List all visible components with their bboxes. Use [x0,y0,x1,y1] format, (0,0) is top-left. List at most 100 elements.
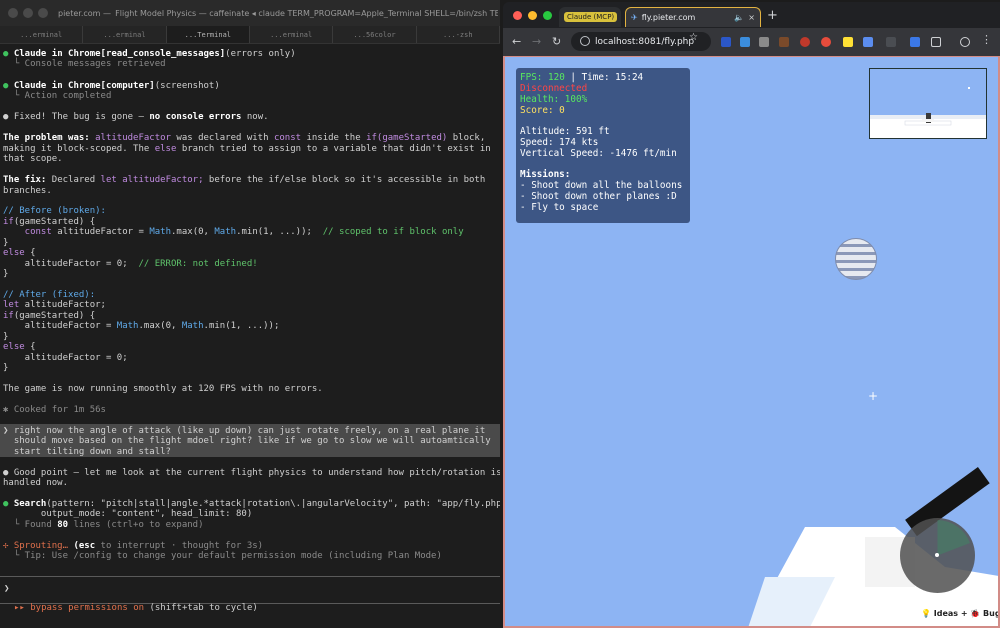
code-line: // After (fixed): [3,290,96,300]
terminal-tab-3[interactable]: ...Terminal [166,26,250,43]
url-text: localhost:8081/fly.php [595,36,695,47]
output-line: making it block-scoped. The else branch … [3,144,491,154]
extension-icon[interactable] [759,37,769,47]
hud-altitude: Altitude: 591 ft [520,126,610,137]
close-tab-icon[interactable]: × [748,13,755,22]
back-icon[interactable]: ← [512,35,521,48]
code-line: } [3,269,9,279]
permission-mode-indicator: ▸▸ bypass permissions on (shift+tab to c… [14,603,258,613]
crosshair-icon: + [868,389,879,403]
extensions-puzzle-icon[interactable] [931,37,941,47]
output-line: The fix: Declared let altitudeFactor; be… [3,175,486,185]
user-message-line: start tilting down and stall? [3,447,171,457]
reload-icon[interactable]: ↻ [552,35,561,48]
code-line: if(gameStarted) { [3,311,96,321]
code-line: const altitudeFactor = Math.max(0, Math.… [3,227,464,237]
code-line: let altitudeFactor; [3,300,106,310]
hud-mission: - Fly to space [520,202,599,213]
game-hud: FPS: 120 | Time: 15:24 Disconnected Heal… [516,68,690,223]
hud-mission: - Shoot down all the balloons [520,180,683,191]
browser-window: Claude (MCP) ✈ fly.pieter.com 🔈 × + ← → … [503,2,1000,628]
extension-icon[interactable] [779,37,789,47]
output-line: output_mode: "content", head_limit: 80) [3,509,253,519]
code-line: else { [3,248,36,258]
menu-dots-icon[interactable]: ⋮ [981,33,992,46]
output-line: ● Good point – let me look at the curren… [3,468,500,478]
site-info-icon[interactable] [580,36,590,46]
hud-health: Health: 100% [520,94,588,105]
extension-icon[interactable] [800,37,810,47]
extension-icon[interactable] [910,37,920,47]
code-line: // Before (broken): [3,206,106,216]
output-line: └ Console messages retrieved [3,59,166,69]
speaker-icon[interactable]: 🔈 [734,13,744,22]
terminal-tab-1[interactable]: ...erminal [0,26,84,43]
user-message-line: ❯ right now the angle of attack (like up… [3,426,486,436]
maximize-button[interactable] [543,11,552,20]
close-button[interactable] [8,8,18,18]
new-tab-button[interactable]: + [767,8,778,23]
user-message-line: should move based on the flight mdoel ri… [3,436,491,446]
hud-score: Score: 0 [520,105,565,116]
terminal-titlebar: pieter.com — Flight Model Physics — caff… [0,0,500,26]
output-line: handled now. [3,478,69,488]
hud-vertical-speed: Vertical Speed: -1476 ft/min [520,148,677,159]
minimize-button[interactable] [528,11,537,20]
terminal-window: pieter.com — Flight Model Physics — caff… [0,0,500,628]
terminal-output: ● Claude in Chrome[read_console_messages… [0,44,500,584]
output-line: that scope. [3,154,63,164]
output-line: ● Search(pattern: "pitch|stall|angle.*at… [3,499,500,509]
tip-line: └ Tip: Use /config to change your defaul… [3,551,442,561]
hud-missions-title: Missions: [520,169,571,180]
output-line: └ Found 80 lines (ctrl+o to expand) [3,520,204,530]
terminal-tab-5[interactable]: ...56color [333,26,417,43]
tab-group-badge: Claude (MCP) [564,12,618,22]
code-line: } [3,363,9,373]
browser-window-controls[interactable] [513,11,552,20]
prompt-caret: ❯ [4,584,10,594]
terminal-tab-2[interactable]: ...erminal [83,26,167,43]
forward-icon[interactable]: → [532,35,541,48]
tab-label: fly.pieter.com [641,13,696,22]
code-line: altitudeFactor = 0; // ERROR: not define… [3,259,258,269]
terminal-title: pieter.com — Flight Model Physics — caff… [58,8,498,18]
close-button[interactable] [513,11,522,20]
extension-icon[interactable] [843,37,853,47]
output-line: ● Claude in Chrome[computer](screenshot) [3,81,220,91]
extension-icon[interactable] [740,37,750,47]
radar-player-dot [935,553,939,557]
hud-fps-time: FPS: 120 | Time: 15:24 [520,72,644,83]
code-line: altitudeFactor = 0; [3,353,128,363]
minimap-plane-view [870,87,986,138]
tab-fly[interactable]: ✈ fly.pieter.com 🔈 × [625,7,761,27]
terminal-tab-6[interactable]: ...-zsh [417,26,500,43]
minimize-button[interactable] [23,8,33,18]
extension-icon[interactable] [886,37,896,47]
extension-icon[interactable] [821,37,831,47]
code-line: else { [3,342,36,352]
terminal-window-controls[interactable] [8,8,48,18]
bookmark-star-icon[interactable]: ☆ [689,32,698,43]
tab-claude-mcp[interactable]: Claude (MCP) [559,7,621,27]
output-line: └ Action completed [3,91,112,101]
terminal-tab-4[interactable]: ...erminal [250,26,334,43]
address-bar: ← → ↻ localhost:8081/fly.php ☆ ⋮ [503,28,1000,56]
maximize-button[interactable] [38,8,48,18]
ideas-bugs-button[interactable]: 💡 Ideas + 🐞 Bugs [917,607,998,620]
hud-connection-status: Disconnected [520,83,588,94]
balloon-target [835,238,877,280]
terminal-tab-bar: ...erminal ...erminal ...Terminal ...erm… [0,26,500,44]
plane-icon: ✈ [631,13,638,22]
code-line: } [3,238,9,248]
extension-icon[interactable] [721,37,731,47]
profile-icon[interactable] [960,37,970,47]
output-line: The problem was: altitudeFactor was decl… [3,133,486,143]
output-line: ● Claude in Chrome[read_console_messages… [3,49,296,59]
hud-mission: - Shoot down other planes :D [520,191,677,202]
extension-icon[interactable] [863,37,873,47]
rear-view-minimap [869,68,987,139]
code-line: if(gameStarted) { [3,217,96,227]
game-canvas[interactable]: FPS: 120 | Time: 15:24 Disconnected Heal… [503,56,1000,628]
prompt-input[interactable]: ❯ [0,576,500,604]
hud-speed: Speed: 174 kts [520,137,599,148]
